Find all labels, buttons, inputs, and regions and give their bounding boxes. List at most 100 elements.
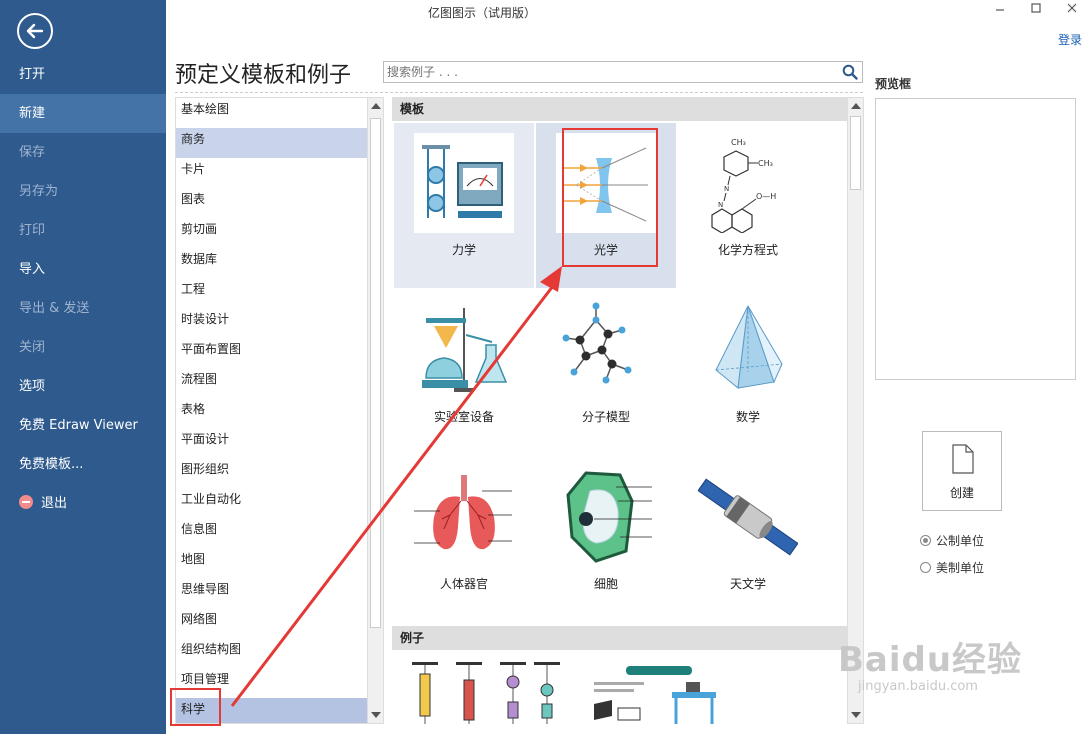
template-chemical-equation[interactable]: CH₃ CH₃ N N O—H 化学方程式 xyxy=(678,123,818,288)
molecule-model-icon xyxy=(562,302,632,384)
template-human-organ[interactable]: 人体器官 xyxy=(394,457,534,622)
metric-label: 公制单位 xyxy=(936,534,985,548)
scroll-up-icon[interactable] xyxy=(851,103,861,109)
search-input[interactable] xyxy=(384,62,829,82)
menu-free-viewer[interactable]: 免费 Edraw Viewer xyxy=(0,406,166,445)
menu-exit[interactable]: 退出 xyxy=(0,484,166,523)
menu-close[interactable]: 关闭 xyxy=(0,328,166,367)
examples-strip xyxy=(392,650,847,724)
login-link[interactable]: 登录 xyxy=(1058,31,1082,48)
watermark-url: jingyan.baidu.com xyxy=(858,679,978,694)
search-icon[interactable] xyxy=(842,64,858,80)
astronomy-satellite-icon xyxy=(697,478,799,556)
category-item[interactable]: 图表 xyxy=(176,188,367,218)
us-label: 美制单位 xyxy=(936,561,985,575)
metric-units-option[interactable]: 公制单位 xyxy=(920,532,984,549)
watermark: Baidu经验 jingyan.baidu.com xyxy=(838,632,1022,694)
maximize-icon[interactable] xyxy=(1030,2,1042,18)
scroll-thumb[interactable] xyxy=(850,116,861,190)
template-label: 天文学 xyxy=(729,577,766,591)
category-item[interactable]: 表格 xyxy=(176,398,367,428)
scroll-thumb[interactable] xyxy=(370,118,381,628)
template-label: 分子模型 xyxy=(581,410,630,424)
category-item[interactable]: 组织结构图 xyxy=(176,638,367,668)
chem-label-n1: N xyxy=(724,185,729,193)
menu-import[interactable]: 导入 xyxy=(0,250,166,289)
template-mechanics[interactable]: 力学 xyxy=(394,123,534,288)
template-label: 细胞 xyxy=(593,577,618,591)
templates-header: 模板 xyxy=(392,97,847,121)
category-item[interactable]: 流程图 xyxy=(176,368,367,398)
menu-save[interactable]: 保存 xyxy=(0,133,166,172)
category-item[interactable]: 地图 xyxy=(176,548,367,578)
template-math[interactable]: 数学 xyxy=(678,290,818,455)
watermark-brand: Baidu经验 xyxy=(838,640,1023,680)
scroll-up-icon[interactable] xyxy=(371,103,381,109)
category-item[interactable]: 平面设计 xyxy=(176,428,367,458)
arrow-left-icon xyxy=(26,23,44,39)
annotation-box-science xyxy=(170,688,221,726)
document-icon xyxy=(952,444,974,474)
page-title: 预定义模板和例子 xyxy=(175,63,352,88)
chem-label-ch3-side: CH₃ xyxy=(758,159,773,168)
menu-open[interactable]: 打开 xyxy=(0,55,166,94)
radio-metric[interactable] xyxy=(920,535,931,546)
app-title: 亿图图示（试用版） xyxy=(428,6,537,20)
mechanics-thumbnail xyxy=(414,133,514,233)
astronomy-thumbnail xyxy=(697,467,799,567)
create-button[interactable]: 创建 xyxy=(922,431,1002,511)
template-label: 化学方程式 xyxy=(717,243,778,257)
category-item[interactable]: 剪切画 xyxy=(176,218,367,248)
menu-free-templates[interactable]: 免费模板... xyxy=(0,445,166,484)
category-item[interactable]: 思维导图 xyxy=(176,578,367,608)
category-item[interactable]: 网络图 xyxy=(176,608,367,638)
cell-thumbnail xyxy=(556,467,656,567)
menu-print[interactable]: 打印 xyxy=(0,211,166,250)
gallery-scrollbar[interactable] xyxy=(847,97,864,724)
annotation-box-optics xyxy=(562,128,658,267)
menu-options[interactable]: 选项 xyxy=(0,367,166,406)
category-item[interactable]: 工程 xyxy=(176,278,367,308)
template-label: 实验室设备 xyxy=(433,410,494,424)
cell-icon xyxy=(566,471,652,563)
lab-equipment-thumbnail xyxy=(414,300,514,400)
math-thumbnail xyxy=(698,300,798,400)
scroll-down-icon[interactable] xyxy=(371,712,381,718)
preview-label: 预览框 xyxy=(875,77,912,91)
chem-label-oh: O—H xyxy=(756,192,776,201)
category-item[interactable]: 平面布置图 xyxy=(176,338,367,368)
back-button[interactable] xyxy=(17,13,53,49)
category-item[interactable]: 图形组织 xyxy=(176,458,367,488)
scroll-down-icon[interactable] xyxy=(851,712,861,718)
category-item[interactable]: 工业自动化 xyxy=(176,488,367,518)
example-lab-experiment-thumbnail[interactable] xyxy=(582,662,732,724)
menu-save-as[interactable]: 另存为 xyxy=(0,172,166,211)
category-item[interactable]: 时装设计 xyxy=(176,308,367,338)
menu-export-send[interactable]: 导出 & 发送 xyxy=(0,289,166,328)
minimize-icon[interactable] xyxy=(994,2,1006,18)
example-mechanics-thumbnail[interactable] xyxy=(412,662,562,724)
mechanics-icon xyxy=(422,145,503,218)
template-lab-equipment[interactable]: 实验室设备 xyxy=(394,290,534,455)
title-bar: 亿图图示（试用版） xyxy=(166,0,1092,24)
search-box xyxy=(383,61,863,83)
template-cell[interactable]: 细胞 xyxy=(536,457,676,622)
category-item[interactable]: 信息图 xyxy=(176,518,367,548)
chem-label-n2: N xyxy=(718,201,723,209)
chem-label-ch3-top: CH₃ xyxy=(731,138,746,147)
category-item[interactable]: 商务 xyxy=(176,128,367,158)
template-molecule-model[interactable]: 分子模型 xyxy=(536,290,676,455)
close-icon[interactable] xyxy=(1066,2,1078,18)
category-item[interactable]: 数据库 xyxy=(176,248,367,278)
preview-box xyxy=(875,98,1076,380)
us-units-option[interactable]: 美制单位 xyxy=(920,559,984,576)
radio-us[interactable] xyxy=(920,562,931,573)
backstage-menu: 打开 新建 保存 另存为 打印 导入 导出 & 发送 关闭 选项 免费 Edra… xyxy=(0,55,166,523)
menu-new[interactable]: 新建 xyxy=(0,94,166,133)
category-scrollbar[interactable] xyxy=(367,97,384,724)
template-astronomy[interactable]: 天文学 xyxy=(678,457,818,622)
template-label: 人体器官 xyxy=(439,577,488,591)
category-item[interactable]: 卡片 xyxy=(176,158,367,188)
math-pyramid-icon xyxy=(715,305,783,389)
category-item[interactable]: 基本绘图 xyxy=(176,98,367,128)
